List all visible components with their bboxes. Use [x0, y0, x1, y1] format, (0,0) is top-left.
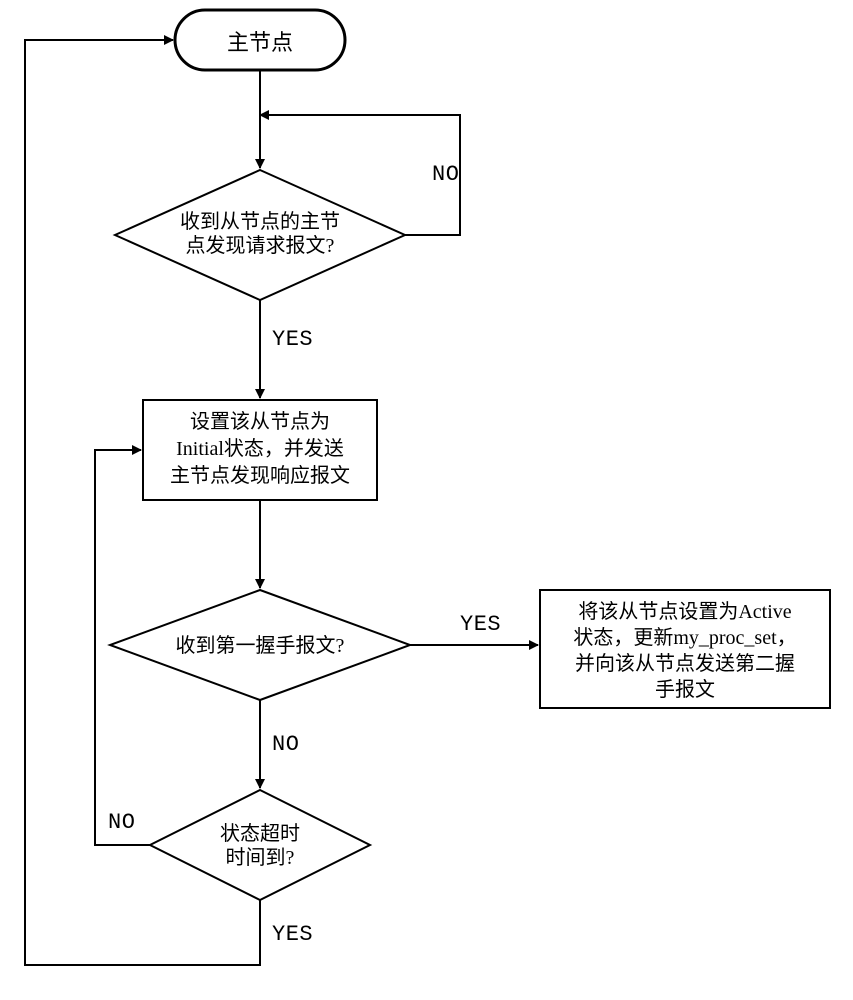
dec3-l2: 时间到?	[226, 846, 295, 869]
dec2-yes-label: YES	[460, 612, 501, 637]
start-node: 主节点	[175, 10, 345, 70]
dec3-l1: 状态超时	[220, 822, 300, 845]
start-label: 主节点	[227, 30, 293, 55]
proc2-l2: 状态，更新my_proc_set，	[573, 626, 796, 649]
decision-first-handshake: 收到第一握手报文?	[110, 590, 410, 700]
proc2-l1: 将该从节点设置为Active	[578, 600, 791, 623]
proc1-l2: Initial状态，并发送	[176, 437, 344, 460]
process-set-initial: 设置该从节点为 Initial状态，并发送 主节点发现响应报文	[143, 400, 377, 500]
dec1-label-l1: 收到从节点的主节	[180, 210, 340, 233]
process-set-active: 将该从节点设置为Active 状态，更新my_proc_set， 并向该从节点发…	[540, 590, 830, 708]
flowchart-canvas: 主节点 收到从节点的主节 点发现请求报文? NO YES 设置该从节点为 Ini…	[0, 0, 853, 1000]
decision-receive-discover-request: 收到从节点的主节 点发现请求报文?	[115, 170, 405, 300]
decision-timeout: 状态超时 时间到?	[150, 790, 370, 900]
dec3-no-label: NO	[108, 810, 135, 835]
dec2-label: 收到第一握手报文?	[176, 634, 345, 657]
dec1-yes-label: YES	[272, 327, 313, 352]
dec1-label-l2: 点发现请求报文?	[186, 234, 335, 257]
dec3-yes-label: YES	[272, 922, 313, 947]
proc1-l3: 主节点发现响应报文	[170, 464, 350, 487]
dec2-no-label: NO	[272, 732, 299, 757]
proc2-l3: 并向该从节点发送第二握	[575, 652, 795, 675]
proc1-l1: 设置该从节点为	[190, 410, 330, 433]
proc2-l4: 手报文	[655, 678, 715, 701]
dec1-no-label: NO	[432, 162, 459, 187]
